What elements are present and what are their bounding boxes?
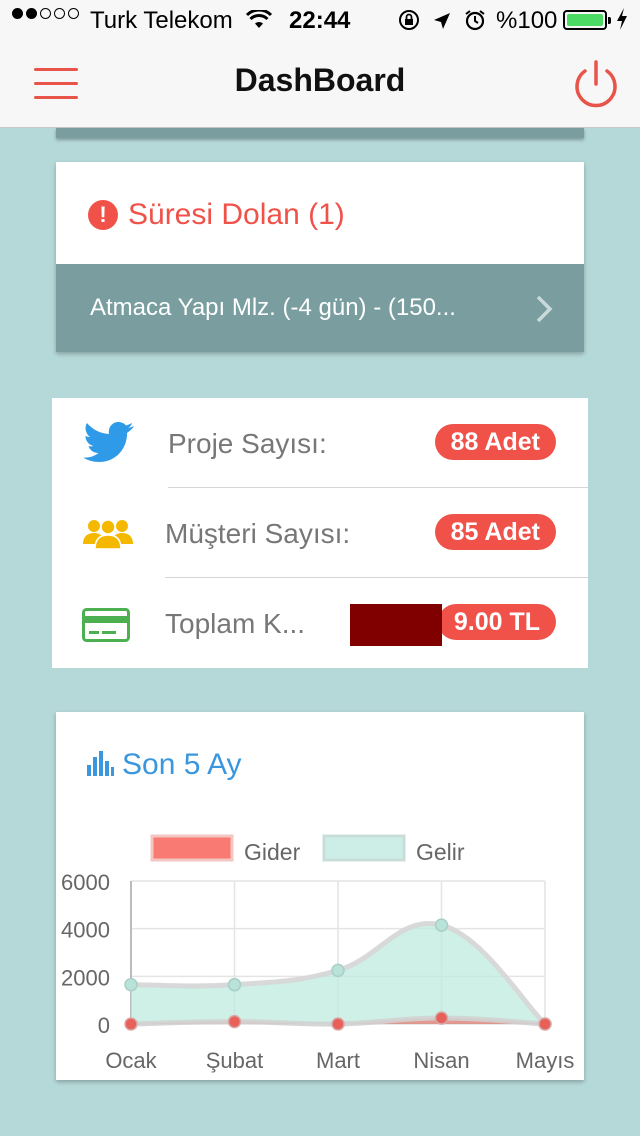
data-point-gider	[124, 1017, 138, 1031]
data-point-gider	[331, 1017, 345, 1031]
income-expense-chart: 0 2000 4000 6000 Ocak Şubat Mart Nisan Mayıs Gide…	[61, 834, 575, 1073]
legend-swatch-gider	[150, 834, 234, 862]
data-point-gelir	[331, 963, 345, 978]
legend-label-gider: Gider	[244, 839, 301, 865]
x-tick-label: Şubat	[206, 1048, 264, 1073]
data-point-gider	[227, 1014, 242, 1029]
x-tick-label: Ocak	[105, 1048, 157, 1073]
legend-swatch-gelir	[322, 834, 406, 862]
data-point-gider	[538, 1017, 552, 1031]
legend-label-gelir: Gelir	[416, 839, 465, 865]
y-tick-label: 0	[98, 1013, 110, 1038]
data-point-gider	[434, 1011, 449, 1025]
chart-card: Son 5 Ay 0 2000 4000 6000 Ocak Şubat Mart Nisan…	[56, 712, 584, 1080]
y-tick-label: 4000	[61, 918, 110, 943]
data-point-gelir	[434, 918, 449, 932]
data-point-gelir	[124, 977, 138, 992]
y-tick-label: 6000	[61, 870, 110, 895]
x-tick-label: Mayıs	[516, 1048, 575, 1073]
data-point-gelir	[227, 977, 242, 992]
x-tick-label: Nisan	[413, 1048, 469, 1073]
x-tick-label: Mart	[316, 1048, 360, 1073]
y-tick-label: 2000	[61, 965, 110, 990]
